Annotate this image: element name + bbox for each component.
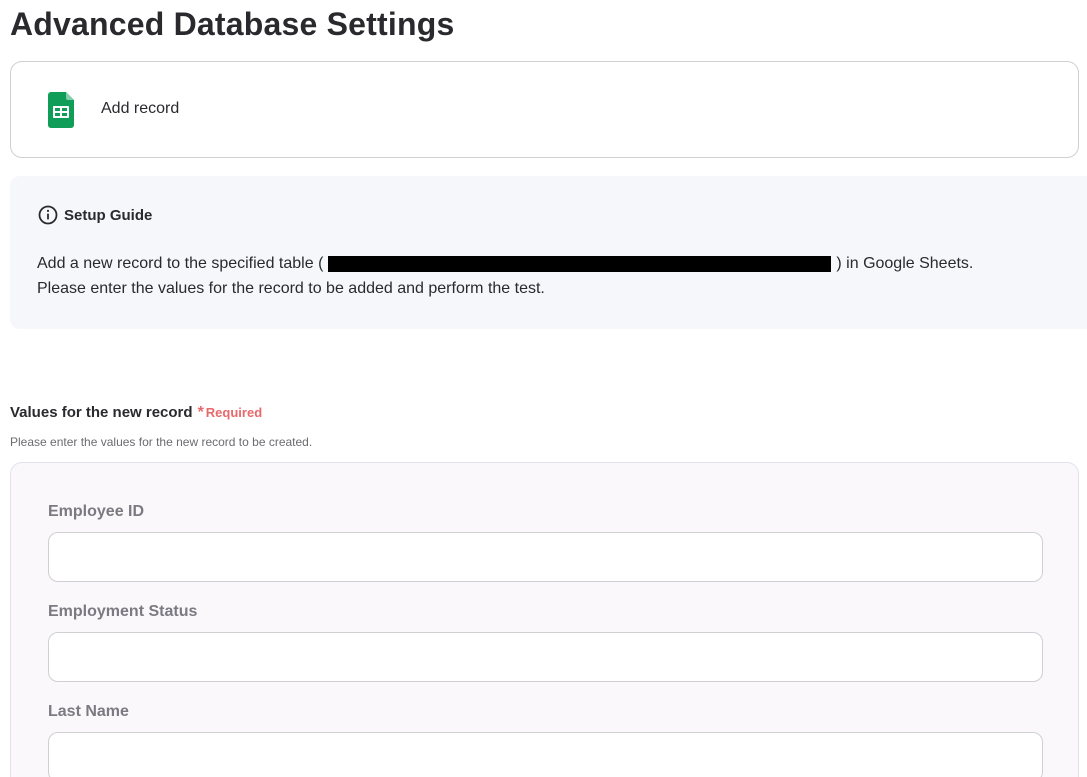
guide-text-suffix: ) in Google Sheets. — [836, 255, 974, 272]
google-sheets-icon — [48, 92, 74, 128]
setup-guide-line-2: Please enter the values for the record t… — [37, 280, 545, 297]
employment-status-input[interactable] — [48, 632, 1043, 682]
employee-id-input[interactable] — [48, 532, 1043, 582]
field-label-last-name: Last Name — [48, 703, 129, 720]
field-label-employee-id: Employee ID — [48, 503, 145, 520]
record-values-help: Please enter the values for the new reco… — [10, 435, 313, 449]
setup-guide: Setup Guide Add a new record to the spec… — [10, 176, 1087, 329]
required-asterisk-icon: * — [197, 404, 204, 421]
guide-text-prefix: Add a new record to the specified table … — [37, 255, 324, 272]
redacted-table-name — [328, 256, 832, 272]
setup-guide-line-1: Add a new record to the specified table … — [37, 255, 973, 273]
required-badge: * Required — [198, 404, 263, 422]
setup-guide-title: Setup Guide — [64, 206, 153, 224]
last-name-input[interactable] — [48, 732, 1043, 777]
record-values-title: Values for the new record — [10, 404, 193, 421]
required-label: Required — [205, 405, 263, 420]
info-icon — [38, 205, 58, 225]
page: Advanced Database Settings Add record Se… — [0, 0, 1087, 777]
setup-guide-header: Setup Guide — [38, 205, 152, 225]
field-label-employment-status: Employment Status — [48, 603, 198, 620]
page-title: Advanced Database Settings — [10, 6, 455, 42]
record-values-header: Values for the new record * Required — [10, 404, 262, 422]
record-fields-panel: Employee ID Employment Status Last Name — [10, 462, 1079, 777]
action-label: Add record — [101, 100, 180, 117]
action-card[interactable]: Add record — [10, 61, 1079, 158]
